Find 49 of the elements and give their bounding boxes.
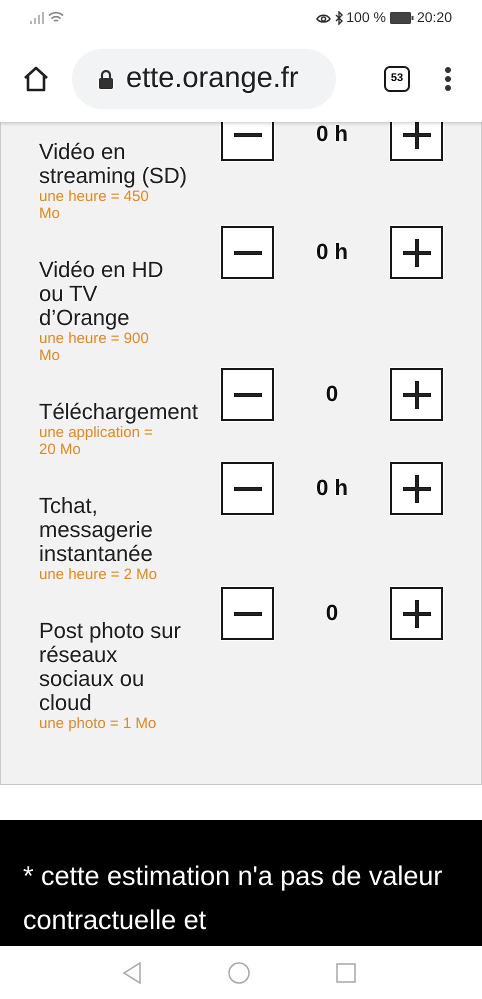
minus-button[interactable] (221, 368, 274, 421)
minus-icon (234, 132, 262, 136)
eye-icon (316, 12, 332, 24)
minus-icon (234, 250, 262, 254)
battery-icon (390, 12, 414, 24)
plus-icon (402, 600, 430, 628)
usage-hint: une photo = 1 Mo (39, 715, 158, 732)
home-icon[interactable] (22, 66, 50, 92)
value-text: 0 (324, 380, 340, 408)
usage-label: Téléchargement (39, 400, 198, 424)
plus-icon (402, 380, 430, 408)
usage-label: Tchat, messagerie instantanée (39, 494, 154, 566)
minus-button[interactable] (221, 462, 274, 515)
plus-button[interactable] (390, 122, 443, 161)
usage-hint: une heure = 450 Mo (39, 188, 150, 222)
minus-icon (234, 486, 262, 490)
minus-button[interactable] (221, 122, 274, 161)
plus-button[interactable] (390, 226, 443, 279)
wifi-icon (48, 11, 64, 24)
plus-button[interactable] (390, 587, 443, 640)
usage-hint: une application = 20 Mo (39, 424, 154, 458)
usage-hint: une heure = 2 Mo (39, 566, 158, 583)
plus-button[interactable] (390, 368, 443, 421)
tab-count[interactable]: 53 (384, 66, 410, 92)
battery-percent: 100 % (346, 8, 386, 27)
clock-time: 20:20 (416, 8, 452, 27)
value-text: 0 h (315, 238, 349, 266)
usage-label: Vidéo en streaming (SD) (39, 140, 187, 188)
value-text: 0 h (315, 474, 349, 502)
value-text: 0 h (315, 122, 349, 148)
plus-button[interactable] (390, 462, 443, 515)
usage-label: Post photo sur réseaux sociaux ou cloud (39, 619, 182, 715)
url-text: ette.orange.fr (126, 60, 298, 96)
address-bar[interactable]: ette.orange.fr (72, 48, 336, 108)
minus-button[interactable] (221, 587, 274, 640)
value-text: 0 (324, 599, 340, 627)
minus-icon (234, 612, 262, 616)
disclaimer-text: * cette estimation n'a pas de valeur contractuelle et (23, 860, 443, 937)
usage-label: Vidéo en HD ou TV d’Orange (39, 258, 164, 330)
signal-icon (30, 12, 44, 24)
lock-icon (98, 68, 114, 88)
menu-icon[interactable] (444, 66, 452, 90)
plus-icon (402, 238, 430, 266)
plus-icon (402, 474, 430, 502)
bluetooth-icon (334, 10, 344, 24)
minus-icon (234, 392, 262, 396)
usage-hint: une heure = 900 Mo (39, 330, 150, 364)
minus-button[interactable] (221, 226, 274, 279)
plus-icon (402, 122, 430, 148)
